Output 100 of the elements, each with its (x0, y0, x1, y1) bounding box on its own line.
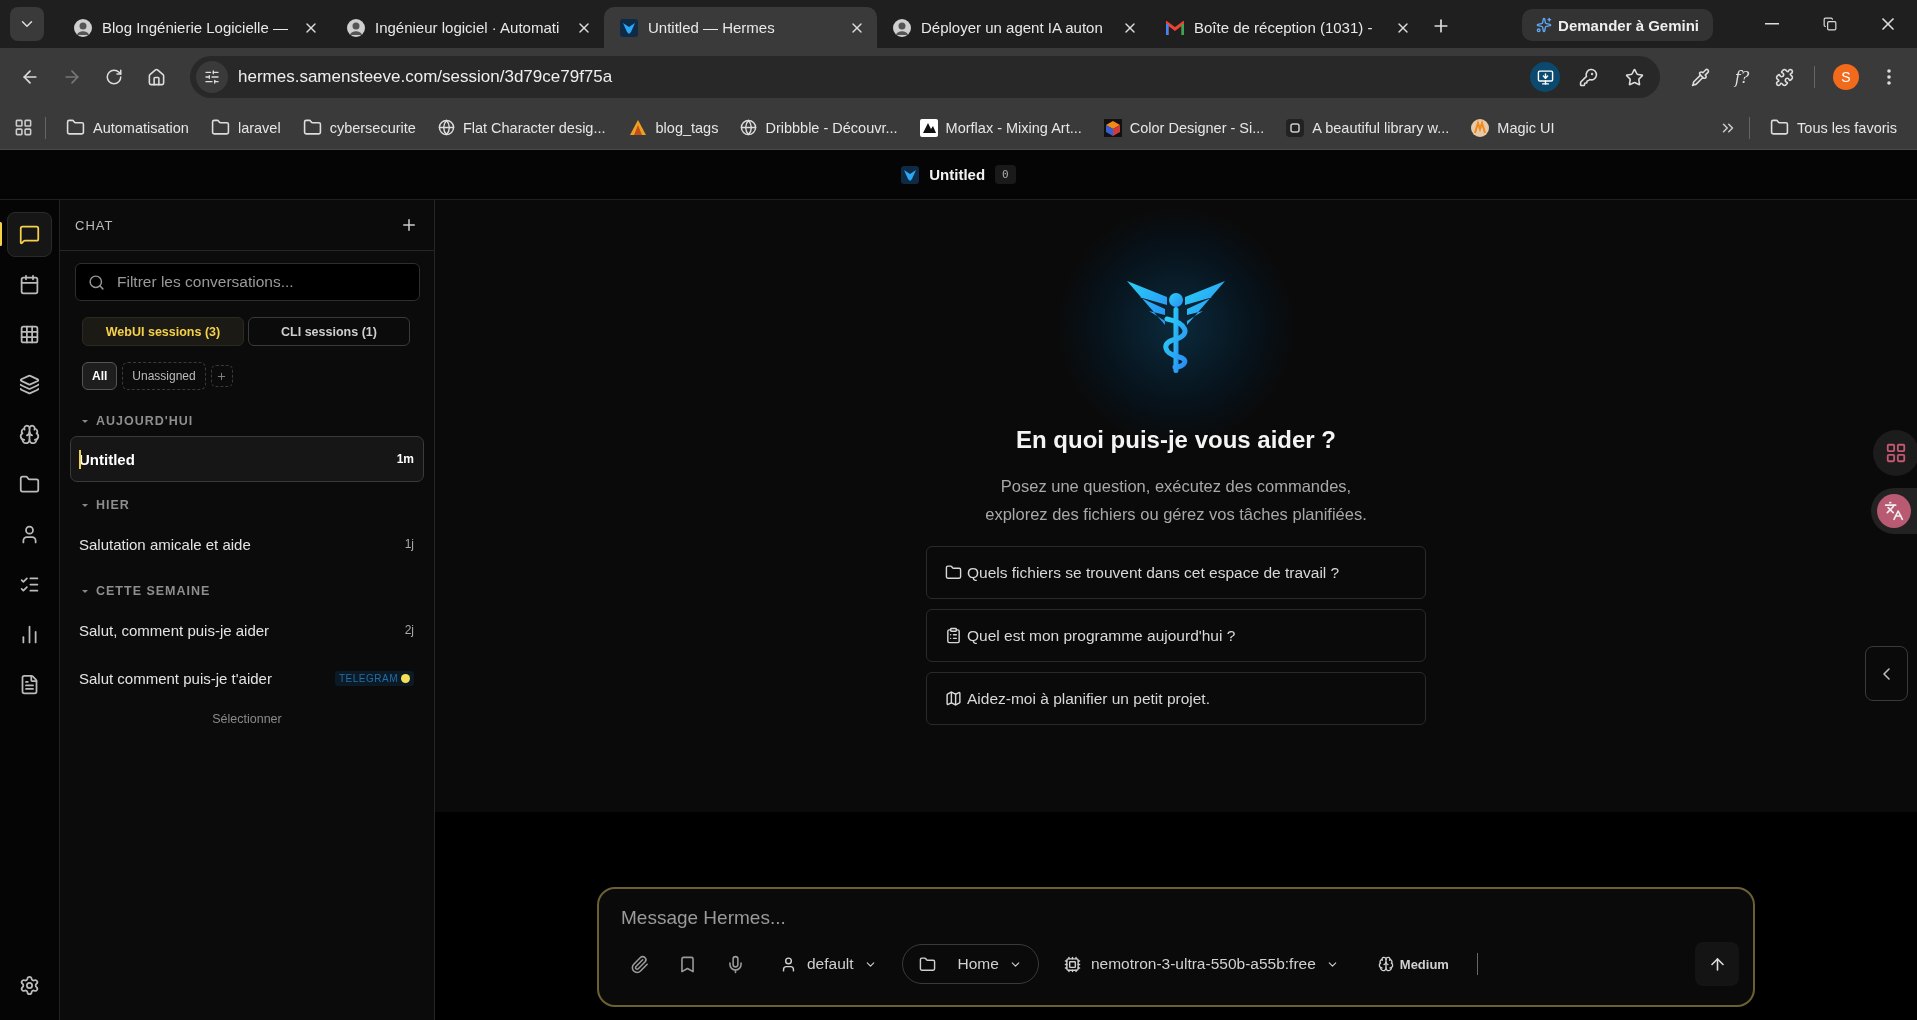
avatar-icon (347, 18, 365, 37)
avatar-icon (74, 18, 92, 37)
welcome-text: Posez une question, exécutez des commandes, explorez des fichiers ou gérez vos tâches planifiées. (985, 476, 1367, 525)
suggestion-button[interactable]: Quels fichiers se trouvent dans cet espace de travail ? (926, 546, 1426, 599)
chip-icon (1063, 955, 1081, 973)
conversation-item[interactable]: Untitled 1m (70, 436, 424, 482)
bookmark-link[interactable]: Morflax - Mixing Art... (911, 114, 1090, 141)
conversation-time: 1m (396, 452, 414, 466)
settings-icon (19, 975, 40, 996)
tab-search-button[interactable] (10, 7, 44, 41)
conversation-item[interactable]: Salut comment puis-je t'aider TELEGRAM (70, 654, 424, 702)
install-button[interactable] (1530, 62, 1560, 92)
add-filter-button[interactable] (210, 365, 233, 387)
apps-icon[interactable] (14, 118, 33, 137)
site-info-button[interactable] (196, 61, 228, 93)
group-header[interactable]: AUJOURD'HUI (82, 410, 434, 432)
suggestion-button[interactable]: Aidez-moi à planifier un petit projet. (926, 672, 1426, 725)
key-icon (1578, 67, 1598, 87)
tab-title: Untitled — Hermes (648, 19, 776, 36)
conversation-title: Untitled (79, 450, 136, 468)
all-bookmarks-link[interactable]: Tous les favoris (1762, 114, 1905, 141)
app-icon (1286, 118, 1305, 137)
conversation-title: Salut, comment puis-je aider (79, 621, 271, 639)
bookmark-link[interactable]: laravel (202, 114, 289, 141)
browser-tab[interactable]: Blog Ingénierie Logicielle — (58, 7, 331, 48)
filter-chip[interactable]: Unassigned (122, 362, 206, 390)
session-tab[interactable]: WebUI sessions (3) (82, 317, 244, 346)
reasoning-button[interactable]: Medium (1363, 956, 1463, 972)
nav-button[interactable] (7, 212, 52, 257)
message-count: 0 (995, 165, 1016, 184)
conversation-time: 1j (404, 537, 414, 551)
folder-icon (302, 118, 322, 137)
session-title: Untitled (929, 166, 986, 183)
tab-title: Déployer un agent IA auton (921, 19, 1104, 36)
bookmark-link[interactable]: Magic UI (1463, 114, 1563, 141)
user-icon (780, 955, 797, 973)
grid-icon (1885, 442, 1907, 464)
folder-icon (918, 955, 936, 973)
conversation-title: Salut comment puis-je t'aider (79, 669, 273, 687)
conversation-title: Salutation amicale et aide (79, 535, 252, 553)
tab-title: Blog Ingénierie Logicielle — (102, 19, 289, 36)
restore-icon (1823, 17, 1837, 31)
magic-logo-icon (1471, 118, 1490, 137)
tab-title: Ingénieur logiciel · Automati (375, 19, 561, 36)
bookmark-link[interactable]: Flat Character desig... (429, 115, 614, 140)
layers-icon (19, 374, 40, 395)
folder-icon (19, 474, 40, 495)
clipboard-icon (945, 627, 962, 644)
grid-icon (19, 324, 40, 345)
browser-tab[interactable]: Boîte de réception (1031) - (1150, 7, 1423, 48)
browser-tab[interactable]: Ingénieur logiciel · Automati (331, 7, 604, 48)
eyedropper-icon (1690, 67, 1710, 87)
suggestion-button[interactable]: Quel est mon programme aujourd'hui ? (926, 609, 1426, 662)
bookmark-link[interactable]: Automatisation (58, 114, 197, 141)
minimize-icon (1765, 23, 1779, 25)
translate-button[interactable] (1871, 488, 1917, 534)
sparkle-icon (1536, 17, 1553, 33)
reload-icon (105, 68, 123, 86)
bookmark-link[interactable]: Dribbble - Découvr... (732, 115, 906, 140)
extension-button[interactable]: f? (1724, 67, 1760, 87)
profile-dropdown[interactable]: default (763, 947, 894, 981)
model-dropdown[interactable]: nemotron-3-ultra-550b-a55b:free (1046, 947, 1356, 981)
tab-title: Boîte de réception (1031) - (1194, 19, 1374, 36)
brain-icon (19, 424, 40, 445)
map-icon (945, 690, 962, 707)
globe-icon (437, 119, 455, 136)
select-link[interactable]: Sélectionner (212, 712, 282, 726)
address-bar[interactable]: hermes.samensteeve.com/session/3d79ce79f75a (190, 56, 1660, 98)
gemini-button[interactable]: Demander à Gemini (1522, 9, 1713, 41)
sail-icon (627, 118, 648, 137)
bookmark-link[interactable]: Color Designer - Si... (1095, 114, 1273, 141)
conversation-item[interactable]: Salut, comment puis-je aider 2j (70, 606, 424, 654)
session-tab[interactable]: CLI sessions (1) (248, 317, 410, 346)
browser-tab[interactable]: Déployer un agent IA auton (877, 7, 1150, 48)
folder-icon (1770, 118, 1790, 137)
menu-icon (1887, 69, 1891, 85)
bookmark-link[interactable]: blog_tags (619, 114, 727, 141)
star-icon (1624, 67, 1644, 87)
cube-icon (1103, 118, 1122, 137)
document-icon (19, 674, 40, 695)
sliders-icon (204, 69, 220, 85)
brain-icon (1377, 956, 1394, 972)
browser-tab[interactable]: Untitled — Hermes (604, 7, 877, 48)
conversation-item[interactable]: Salutation amicale et aide 1j (70, 520, 424, 568)
plus-icon (216, 370, 228, 382)
search-field[interactable]: Filtrer les conversations... (75, 263, 420, 301)
avatar-icon (893, 18, 911, 37)
group-header[interactable]: CETTE SEMAINE (82, 580, 434, 602)
triangle-logo-icon (919, 118, 938, 137)
group-header[interactable]: HIER (82, 494, 434, 516)
chat-icon (19, 224, 40, 245)
plus-icon (400, 216, 418, 234)
search-icon (88, 273, 105, 291)
calendar-icon (19, 274, 40, 295)
panel-title: CHAT (75, 217, 114, 233)
bookmark-link[interactable]: A beautiful library w... (1278, 114, 1458, 141)
bookmark-link[interactable]: cybersecurite (294, 114, 424, 141)
message-input[interactable]: Message Hermes... (619, 903, 1739, 933)
filter-chip[interactable]: All (82, 362, 118, 390)
globe-icon (740, 119, 758, 136)
